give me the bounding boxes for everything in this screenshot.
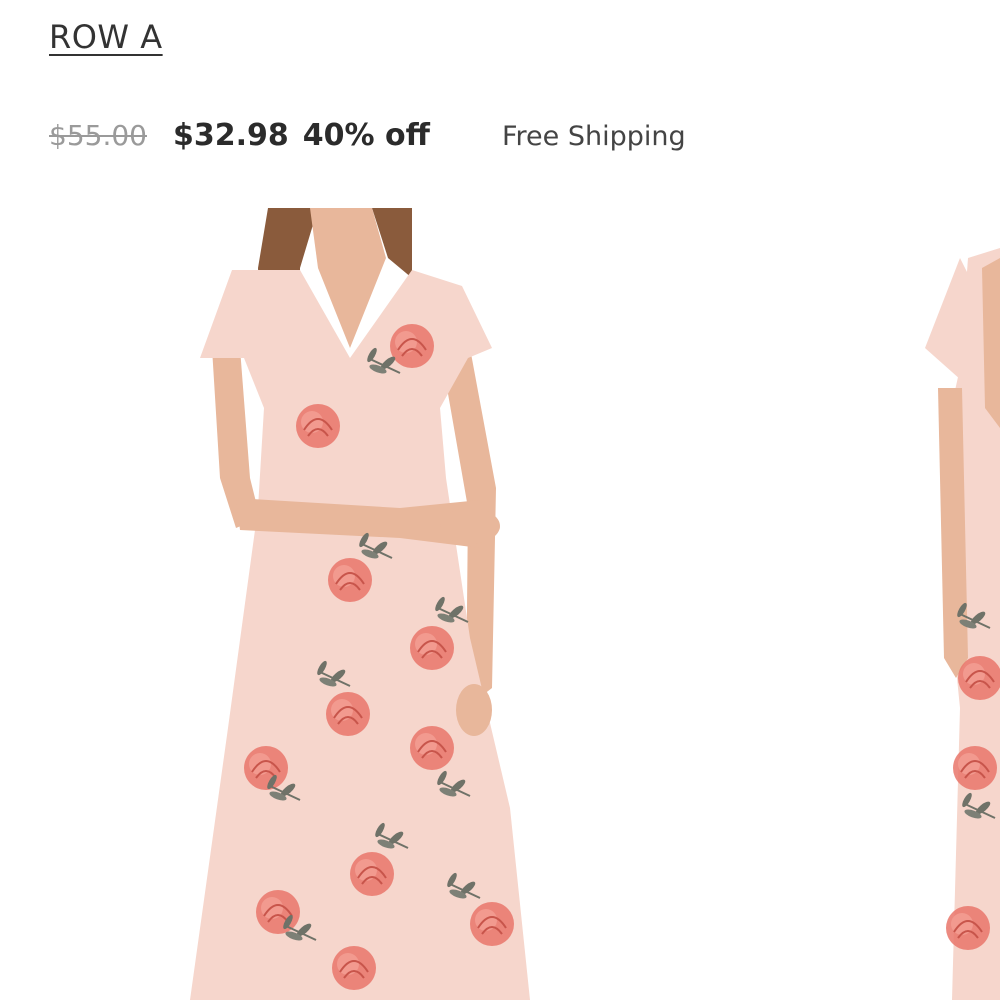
- product-image-carousel[interactable]: [0, 208, 1000, 1000]
- product-page: ROW A $55.00 $32.98 40% off Free Shippin…: [0, 0, 1000, 1000]
- original-price: $55.00: [49, 119, 147, 152]
- shipping-label: Free Shipping: [501, 121, 686, 152]
- product-image-front[interactable]: [190, 208, 530, 1000]
- price-row: $55.00 $32.98 40% off Free Shipping: [49, 118, 686, 162]
- sale-price: $32.98: [172, 118, 289, 153]
- product-image-back[interactable]: [925, 248, 1000, 1000]
- discount-label: 40% off: [302, 118, 430, 153]
- brand-link[interactable]: ROW A: [49, 18, 163, 56]
